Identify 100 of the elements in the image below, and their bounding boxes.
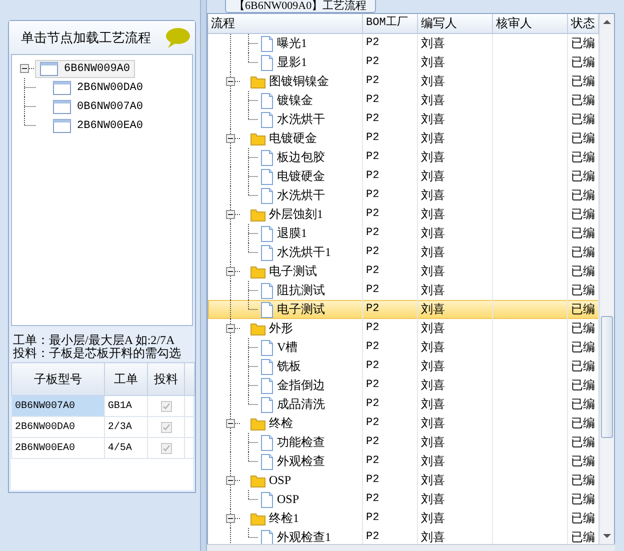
node-icon bbox=[40, 62, 58, 76]
step-label[interactable]: 功能检查 bbox=[274, 434, 328, 451]
document-icon bbox=[260, 188, 274, 204]
step-label[interactable]: 曝光1 bbox=[274, 35, 310, 52]
column-header[interactable]: 投料 bbox=[147, 362, 185, 396]
table-cell: 刘喜 bbox=[418, 471, 493, 490]
step-label[interactable]: 显影1 bbox=[274, 54, 310, 71]
table-cell: 刘喜 bbox=[418, 338, 493, 357]
document-icon bbox=[260, 244, 274, 260]
document-icon bbox=[260, 150, 274, 166]
step-label[interactable]: 板边包胶 bbox=[274, 149, 328, 166]
table-cell: P2 bbox=[363, 262, 418, 281]
step-label[interactable]: 阻抗测试 bbox=[274, 282, 328, 299]
table-cell: P2 bbox=[363, 205, 418, 224]
step-label[interactable]: 电镀硬金 bbox=[274, 168, 328, 185]
table-cell: P2 bbox=[363, 243, 418, 262]
tree-node[interactable]: 2B6NW00DA0 bbox=[48, 78, 148, 96]
tree-node[interactable]: 0B6NW007A0 bbox=[48, 98, 148, 116]
table-cell: 刘喜 bbox=[418, 452, 493, 471]
step-label[interactable]: V槽 bbox=[274, 339, 301, 356]
column-header[interactable]: 核审人 bbox=[493, 14, 568, 33]
table-cell: 刘喜 bbox=[418, 205, 493, 224]
step-label[interactable]: 成品清洗 bbox=[274, 396, 328, 413]
tree-node[interactable]: 2B6NW00EA0 bbox=[48, 116, 148, 134]
step-label[interactable]: 镀镍金 bbox=[274, 92, 316, 109]
table-cell: 刘喜 bbox=[418, 91, 493, 110]
step-label[interactable]: 外层蚀刻1 bbox=[266, 206, 326, 223]
column-header[interactable]: 工单 bbox=[104, 362, 148, 396]
table-cell: 刘喜 bbox=[418, 433, 493, 452]
folder-icon bbox=[250, 74, 266, 88]
table-cell: P2 bbox=[363, 110, 418, 129]
table-cell: P2 bbox=[363, 72, 418, 91]
table-cell: 刘喜 bbox=[418, 34, 493, 53]
document-icon bbox=[260, 378, 274, 394]
table-cell: 刘喜 bbox=[418, 72, 493, 91]
document-icon bbox=[260, 54, 274, 70]
folder-icon bbox=[250, 208, 266, 222]
column-header bbox=[184, 362, 194, 396]
panel-tab[interactable]: 【6B6NW009A0】工艺流程 bbox=[225, 0, 376, 13]
table-cell: 刘喜 bbox=[418, 509, 493, 528]
step-label[interactable]: OSP bbox=[274, 492, 302, 507]
table-cell: P2 bbox=[363, 376, 418, 395]
table-cell: P2 bbox=[363, 224, 418, 243]
speech-bubble-icon bbox=[165, 26, 191, 48]
step-label[interactable]: 铣板 bbox=[274, 358, 304, 375]
table-cell: 刘喜 bbox=[418, 300, 493, 319]
step-label[interactable]: 外观检查1 bbox=[274, 529, 334, 544]
step-label[interactable]: 水洗烘干 bbox=[274, 187, 328, 204]
collapse-icon[interactable] bbox=[20, 64, 35, 73]
table-cell: 刘喜 bbox=[418, 414, 493, 433]
column-header[interactable]: 流程 bbox=[208, 14, 363, 33]
document-icon bbox=[260, 282, 274, 298]
step-label[interactable]: OSP bbox=[266, 473, 294, 488]
selected-row[interactable]: 电子测试 P2 刘喜 已编 bbox=[208, 300, 599, 319]
table-cell: P2 bbox=[363, 452, 418, 471]
table-cell: P2 bbox=[363, 414, 418, 433]
document-icon bbox=[260, 434, 274, 450]
table-cell: 刘喜 bbox=[418, 186, 493, 205]
tree-node[interactable]: 6B6NW009A0 bbox=[35, 60, 136, 78]
document-icon bbox=[260, 396, 274, 412]
folder-icon bbox=[250, 416, 266, 430]
step-label[interactable]: 电镀硬金 bbox=[266, 130, 320, 147]
document-icon bbox=[260, 36, 274, 52]
table-cell: 刘喜 bbox=[418, 110, 493, 129]
table-cell: P2 bbox=[363, 300, 418, 319]
step-label[interactable]: 外形 bbox=[266, 320, 296, 337]
document-icon bbox=[260, 302, 274, 318]
step-label[interactable]: 电子测试 bbox=[266, 263, 320, 280]
scrollbar-thumb[interactable] bbox=[601, 316, 613, 438]
table-cell: P2 bbox=[363, 148, 418, 167]
document-icon bbox=[260, 168, 274, 184]
step-label[interactable]: 水洗烘干1 bbox=[274, 244, 334, 261]
column-header[interactable]: 编写人 bbox=[418, 14, 493, 33]
table-cell: P2 bbox=[363, 471, 418, 490]
step-label[interactable]: 退膜1 bbox=[274, 225, 310, 242]
step-label[interactable]: 终检 bbox=[266, 415, 296, 432]
table-cell: 刘喜 bbox=[418, 490, 493, 509]
step-label[interactable]: 外观检查 bbox=[274, 453, 328, 470]
step-label[interactable]: 终检1 bbox=[266, 510, 302, 527]
folder-icon bbox=[250, 322, 266, 336]
table-cell: P2 bbox=[363, 91, 418, 110]
document-icon bbox=[260, 92, 274, 108]
table-cell: 4/5A bbox=[104, 438, 148, 458]
table-cell: 2/3A bbox=[104, 416, 148, 438]
step-label[interactable]: 图镀铜镍金 bbox=[266, 73, 332, 90]
column-header[interactable]: 子板型号 bbox=[12, 362, 104, 396]
table-cell: P2 bbox=[363, 509, 418, 528]
table-cell: 刘喜 bbox=[418, 395, 493, 414]
step-label[interactable]: 水洗烘干 bbox=[274, 111, 328, 128]
table-cell: 刘喜 bbox=[418, 53, 493, 72]
document-icon bbox=[260, 454, 274, 470]
node-icon bbox=[53, 118, 71, 132]
horizontal-scrollbar[interactable] bbox=[207, 544, 615, 551]
node-icon bbox=[53, 80, 71, 94]
table-cell: P2 bbox=[363, 167, 418, 186]
step-label[interactable]: 电子测试 bbox=[274, 301, 328, 318]
vertical-scrollbar[interactable] bbox=[599, 14, 614, 544]
column-header[interactable]: BOM工厂 bbox=[363, 14, 418, 33]
table-cell: P2 bbox=[363, 395, 418, 414]
step-label[interactable]: 金指倒边 bbox=[274, 377, 328, 394]
